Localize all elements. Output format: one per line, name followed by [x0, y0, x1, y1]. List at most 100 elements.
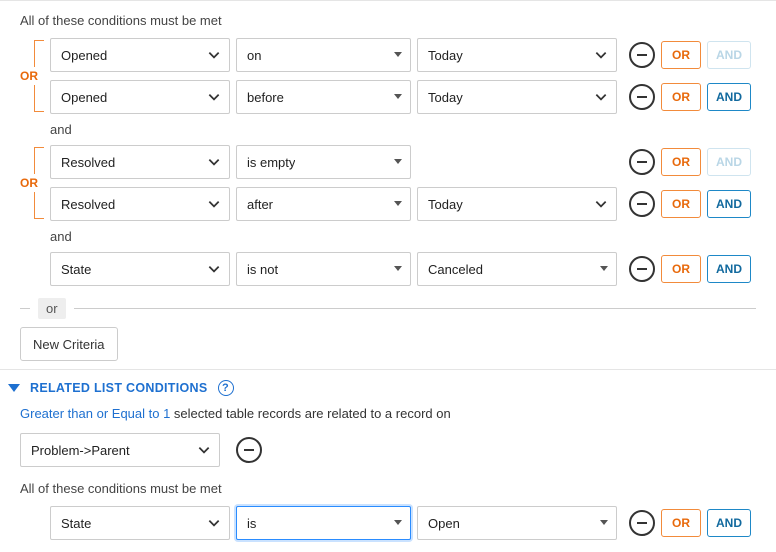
value-select[interactable]: Open [417, 506, 617, 540]
value-select-value: Today [428, 90, 463, 105]
field-select[interactable]: State [50, 506, 230, 540]
operator-select[interactable]: is not [236, 252, 411, 286]
new-criteria-button[interactable]: New Criteria [20, 327, 118, 361]
condition-row: State is Open OR AND [50, 502, 756, 544]
minus-icon [637, 161, 647, 163]
condition-row: State is not Canceled OR AND [50, 248, 756, 290]
add-or-button[interactable]: OR [661, 190, 701, 218]
minus-icon [637, 268, 647, 270]
caret-down-icon [600, 266, 608, 271]
related-list-title: RELATED LIST CONDITIONS [30, 381, 208, 395]
field-select-value: Resolved [61, 155, 115, 170]
help-icon[interactable]: ? [218, 380, 234, 396]
caret-down-icon [600, 520, 608, 525]
chevron-down-icon [207, 48, 221, 62]
field-select[interactable]: Resolved [50, 145, 230, 179]
or-connector-label: OR [20, 174, 38, 192]
add-or-button[interactable]: OR [661, 255, 701, 283]
caret-down-icon [394, 52, 402, 57]
add-or-button[interactable]: OR [661, 83, 701, 111]
field-select-value: Resolved [61, 197, 115, 212]
operator-select[interactable]: before [236, 80, 411, 114]
or-group: OR Resolved is empty OR AND Resolved [20, 141, 756, 225]
value-select[interactable]: Today [417, 187, 617, 221]
value-select[interactable]: Canceled [417, 252, 617, 286]
or-group: OR Opened on Today OR AND [20, 34, 756, 118]
related-summary-rest: selected table records are related to a … [170, 406, 450, 421]
value-select-value: Today [428, 48, 463, 63]
caret-down-icon [394, 159, 402, 164]
or-connector-label: OR [20, 67, 38, 85]
minus-icon [637, 522, 647, 524]
related-count-link[interactable]: Greater than or Equal to 1 [20, 406, 170, 421]
or-separator: or [20, 298, 756, 319]
or-chip-button[interactable]: or [38, 298, 66, 319]
minus-icon [637, 203, 647, 205]
chevron-down-icon [207, 155, 221, 169]
condition-row: Resolved is empty OR AND [50, 141, 756, 183]
field-select[interactable]: Opened [50, 38, 230, 72]
operator-select-value: on [247, 48, 261, 63]
operator-select[interactable]: after [236, 187, 411, 221]
chevron-down-icon [207, 197, 221, 211]
operator-select[interactable]: is [236, 506, 411, 540]
value-select-value: Today [428, 197, 463, 212]
caret-down-icon [394, 201, 402, 206]
remove-condition-button[interactable] [629, 84, 655, 110]
and-connector-label: and [50, 122, 756, 137]
add-and-button[interactable]: AND [707, 255, 751, 283]
remove-condition-button[interactable] [629, 510, 655, 536]
chevron-down-icon [207, 90, 221, 104]
value-select[interactable]: Today [417, 38, 617, 72]
add-or-button[interactable]: OR [661, 41, 701, 69]
operator-select-value: after [247, 197, 273, 212]
related-table-value: Problem->Parent [31, 443, 130, 458]
operator-select-value: is not [247, 262, 278, 277]
add-and-button: AND [707, 148, 751, 176]
field-select[interactable]: Opened [50, 80, 230, 114]
minus-icon [244, 449, 254, 451]
chevron-down-icon [197, 443, 211, 457]
condition-row: Opened before Today OR AND [50, 76, 756, 118]
remove-condition-button[interactable] [629, 191, 655, 217]
condition-row: Resolved after Today OR AND [50, 183, 756, 225]
chevron-down-icon [594, 197, 608, 211]
add-and-button[interactable]: AND [707, 83, 751, 111]
remove-condition-button[interactable] [629, 42, 655, 68]
value-select[interactable]: Today [417, 80, 617, 114]
minus-icon [637, 96, 647, 98]
remove-related-button[interactable] [236, 437, 262, 463]
add-and-button[interactable]: AND [707, 190, 751, 218]
chevron-down-icon [594, 48, 608, 62]
field-select-value: Opened [61, 90, 107, 105]
caret-down-icon [394, 266, 402, 271]
caret-down-icon [394, 94, 402, 99]
operator-select-value: is empty [247, 155, 295, 170]
add-and-button: AND [707, 41, 751, 69]
remove-condition-button[interactable] [629, 149, 655, 175]
related-conditions-heading: All of these conditions must be met [20, 481, 756, 496]
chevron-down-icon [594, 90, 608, 104]
condition-row: Opened on Today OR AND [50, 34, 756, 76]
operator-select[interactable]: on [236, 38, 411, 72]
caret-down-icon [394, 520, 402, 525]
operator-select-value: before [247, 90, 284, 105]
add-and-button[interactable]: AND [707, 509, 751, 537]
add-or-button[interactable]: OR [661, 148, 701, 176]
field-select[interactable]: Resolved [50, 187, 230, 221]
field-select[interactable]: State [50, 252, 230, 286]
remove-condition-button[interactable] [629, 256, 655, 282]
field-select-value: Opened [61, 48, 107, 63]
minus-icon [637, 54, 647, 56]
conditions-heading: All of these conditions must be met [20, 13, 756, 28]
value-select-value: Canceled [428, 262, 483, 277]
and-connector-label: and [50, 229, 756, 244]
chevron-down-icon [207, 516, 221, 530]
add-or-button[interactable]: OR [661, 509, 701, 537]
related-table-select[interactable]: Problem->Parent [20, 433, 220, 467]
field-select-value: State [61, 262, 91, 277]
collapse-triangle-icon [8, 384, 20, 392]
operator-select[interactable]: is empty [236, 145, 411, 179]
related-list-header[interactable]: RELATED LIST CONDITIONS ? [0, 370, 776, 402]
chevron-down-icon [207, 262, 221, 276]
